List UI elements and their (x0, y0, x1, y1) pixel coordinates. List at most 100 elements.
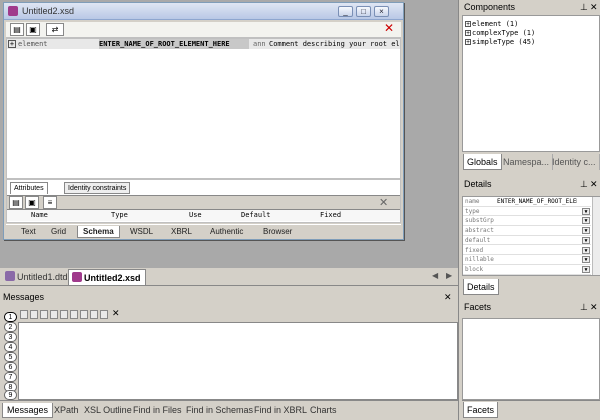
doc-tab-untitled1[interactable]: Untitled1.dtd (2, 269, 72, 285)
message-tab-5[interactable]: 5 (4, 352, 17, 362)
dropdown-icon[interactable]: ▼ (582, 246, 590, 254)
tab-grid[interactable]: Grid (46, 226, 71, 238)
find-previous-icon[interactable] (100, 310, 108, 319)
panel-splitter[interactable] (458, 0, 461, 420)
facets-content[interactable] (462, 318, 600, 400)
maximize-button[interactable]: □ (356, 6, 371, 17)
messages-panel-header: Messages ✕ (0, 290, 458, 304)
content-model-icon[interactable]: ▣ (26, 23, 40, 36)
tab-scroll-left-icon[interactable]: ◀ (432, 271, 438, 280)
tab-details[interactable]: Details (463, 279, 499, 295)
document-window[interactable]: Untitled2.xsd _ □ × ▤ ▣ ⇄ ✕ + element EN… (3, 2, 404, 240)
clear-icon[interactable]: ✕ (112, 308, 120, 319)
append-element-icon[interactable]: ⇄ (46, 23, 64, 36)
tab-find-in-files[interactable]: Find in Files (129, 403, 186, 418)
copy-all-icon[interactable] (60, 310, 68, 319)
tab-identity-constraints-panel[interactable]: Identity c... (549, 154, 600, 170)
document-titlebar[interactable]: Untitled2.xsd _ □ × (4, 3, 403, 20)
tab-facets[interactable]: Facets (463, 402, 499, 418)
message-tab-2[interactable]: 2 (4, 322, 17, 332)
dropdown-icon[interactable]: ▼ (582, 227, 590, 235)
expand-icon[interactable]: + (465, 30, 471, 37)
tree-item-element[interactable]: + element (1) (465, 20, 518, 28)
tab-xpath[interactable]: XPath (50, 403, 83, 418)
copy-icon[interactable] (70, 310, 78, 319)
facets-close-icon[interactable]: ✕ (590, 300, 598, 314)
message-tab-1[interactable]: 1 (4, 312, 17, 322)
tab-text[interactable]: Text (16, 226, 41, 238)
prop-row-fixed[interactable]: fixed ▼ (463, 246, 591, 256)
pin-icon[interactable]: ⊥ (580, 300, 588, 314)
details-close-icon[interactable]: ✕ (590, 177, 598, 191)
dropdown-icon[interactable]: ▼ (582, 207, 590, 215)
copy-line-icon[interactable] (50, 310, 58, 319)
components-close-icon[interactable]: ✕ (590, 0, 598, 14)
close-button[interactable]: × (374, 6, 389, 17)
tab-globals[interactable]: Globals (463, 154, 502, 170)
find-next-icon[interactable] (90, 310, 98, 319)
doc-tab-untitled2[interactable]: Untitled2.xsd (68, 269, 146, 285)
message-tab-9[interactable]: 9 (4, 390, 17, 400)
dropdown-icon[interactable]: ▼ (582, 236, 590, 244)
minimize-button[interactable]: _ (338, 6, 353, 17)
tab-xsl-outline[interactable]: XSL Outline (80, 403, 136, 418)
dropdown-icon[interactable]: ▼ (582, 265, 590, 273)
tab-schema[interactable]: Schema (77, 226, 120, 238)
pin-icon[interactable]: ⊥ (580, 177, 588, 191)
tab-identity-constraints[interactable]: Identity constraints (64, 182, 131, 194)
root-element-name[interactable]: ENTER_NAME_OF_ROOT_ELEMENT_HERE (99, 39, 249, 49)
tab-wsdl[interactable]: WSDL (125, 226, 158, 238)
pin-icon[interactable]: ⊥ (580, 0, 588, 14)
previous-icon[interactable] (40, 310, 48, 319)
expand-icon[interactable]: + (465, 21, 471, 28)
message-tab-7[interactable]: 7 (4, 372, 17, 382)
prop-row-nillable[interactable]: nillable ▼ (463, 255, 591, 265)
prop-row-name[interactable]: name ENTER_NAME_OF_ROOT_ELEMENT (463, 197, 591, 207)
tab-messages[interactable]: Messages (2, 403, 54, 418)
root-element-row[interactable]: + element ENTER_NAME_OF_ROOT_ELEMENT_HER… (7, 39, 400, 49)
col-use: Use (189, 211, 202, 219)
message-tab-4[interactable]: 4 (4, 342, 17, 352)
prop-row-abstract[interactable]: abstract ▼ (463, 226, 591, 236)
prop-name: block (465, 265, 484, 273)
schema-overview-canvas[interactable]: + element ENTER_NAME_OF_ROOT_ELEMENT_HER… (6, 38, 401, 179)
find-icon[interactable] (80, 310, 88, 319)
tab-find-in-schemas[interactable]: Find in Schemas (182, 403, 257, 418)
messages-close-icon[interactable]: ✕ (444, 290, 452, 304)
prop-name: fixed (465, 246, 484, 254)
components-tree[interactable]: + element (1) + complexType (1) + simpleTyp… (462, 15, 600, 152)
root-element-comment[interactable]: Comment describing your root element (269, 39, 400, 49)
messages-output[interactable] (18, 322, 458, 400)
dropdown-icon[interactable]: ▼ (582, 217, 590, 225)
tab-namespaces[interactable]: Namespa... (500, 154, 554, 170)
schema-overview-icon[interactable]: ▤ (10, 23, 24, 36)
next-icon[interactable] (30, 310, 38, 319)
message-tab-3[interactable]: 3 (4, 332, 17, 342)
tree-item-complextype[interactable]: + complexType (1) (465, 29, 535, 37)
delete-icon[interactable]: ✕ (382, 22, 396, 36)
tab-scroll-right-icon[interactable]: ▶ (446, 271, 452, 280)
tab-xbrl[interactable]: XBRL (166, 226, 197, 238)
prop-value[interactable]: ENTER_NAME_OF_ROOT_ELEMENT (497, 198, 577, 205)
tab-authentic[interactable]: Authentic (205, 226, 248, 238)
attribute-add-icon[interactable]: ▣ (25, 196, 39, 209)
tab-find-in-xbrl[interactable]: Find in XBRL (250, 403, 311, 418)
prop-row-type[interactable]: type ▼ (463, 207, 591, 217)
prop-name: abstract (465, 227, 494, 235)
expand-icon[interactable]: + (8, 40, 16, 48)
details-scrollbar[interactable] (592, 197, 600, 275)
expand-icon[interactable]: + (465, 39, 471, 46)
attribute-insert-icon[interactable]: ≡ (43, 196, 57, 209)
tab-charts[interactable]: Charts (306, 403, 341, 418)
tree-item-simpletype[interactable]: + simpleType (45) (465, 38, 535, 46)
prop-row-block[interactable]: block ▼ (463, 265, 591, 275)
filter-icon[interactable] (20, 310, 28, 319)
attribute-list-icon[interactable]: ▤ (9, 196, 23, 209)
message-tab-6[interactable]: 6 (4, 362, 17, 372)
tab-attributes[interactable]: Attributes (10, 182, 48, 194)
prop-row-substgrp[interactable]: substGrp ▼ (463, 216, 591, 227)
tab-browser[interactable]: Browser (258, 226, 297, 238)
prop-row-default[interactable]: default ▼ (463, 236, 591, 246)
dropdown-icon[interactable]: ▼ (582, 256, 590, 264)
attribute-delete-icon[interactable]: ✕ (379, 196, 388, 209)
